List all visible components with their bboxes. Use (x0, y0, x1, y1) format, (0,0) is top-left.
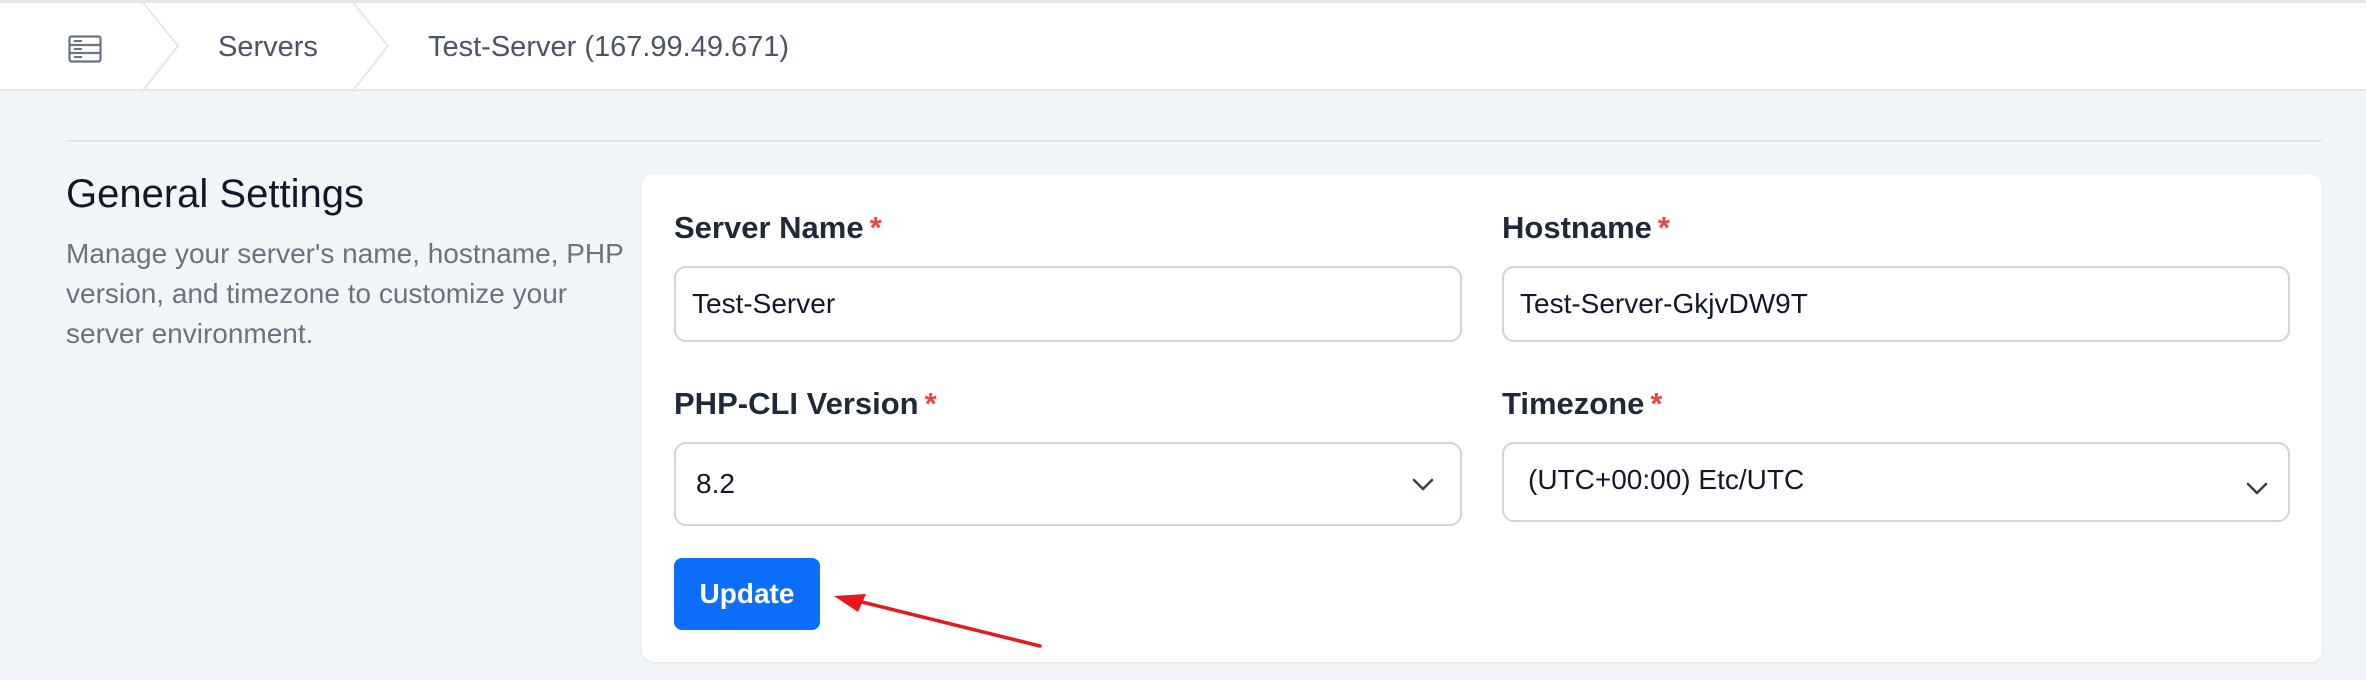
chevron-down-icon (1412, 478, 1434, 491)
server-name-label: Server Name * (674, 210, 882, 246)
section-description: Manage your server's name, hostname, PHP… (66, 238, 624, 349)
server-icon[interactable] (68, 35, 102, 63)
hostname-input[interactable] (1502, 266, 2290, 342)
update-button[interactable]: Update (674, 558, 820, 630)
breadcrumb-separator-icon (140, 0, 180, 93)
section-divider (66, 140, 2322, 142)
hostname-label: Hostname * (1502, 210, 1670, 246)
php-cli-version-select[interactable]: 8.2 (674, 442, 1462, 526)
timezone-value: (UTC+00:00) Etc/UTC (1528, 464, 1805, 495)
server-name-input[interactable] (674, 266, 1462, 342)
breadcrumb-servers-link[interactable]: Servers (218, 3, 318, 91)
section-title: General Settings (66, 172, 364, 216)
breadcrumb-separator-icon (350, 0, 390, 93)
chevron-down-icon (2246, 482, 2268, 495)
breadcrumb-current-server: Test-Server (167.99.49.671) (428, 31, 790, 63)
timezone-label-text: Timezone (1502, 386, 1645, 421)
timezone-label: Timezone * (1502, 386, 1662, 422)
required-marker: * (1650, 386, 1663, 421)
required-marker: * (924, 386, 937, 421)
annotation-arrow-icon (834, 594, 1042, 648)
php-cli-version-label: PHP-CLI Version * (674, 386, 937, 422)
php-cli-version-label-text: PHP-CLI Version (674, 386, 919, 421)
hostname-label-text: Hostname (1502, 210, 1652, 245)
server-name-label-text: Server Name (674, 210, 864, 245)
timezone-select[interactable]: (UTC+00:00) Etc/UTC (1502, 442, 2290, 522)
required-marker: * (1657, 210, 1670, 245)
breadcrumb-bar: Servers Test-Server (167.99.49.671) (0, 0, 2366, 93)
php-cli-version-value: 8.2 (696, 468, 735, 499)
required-marker: * (869, 210, 882, 245)
